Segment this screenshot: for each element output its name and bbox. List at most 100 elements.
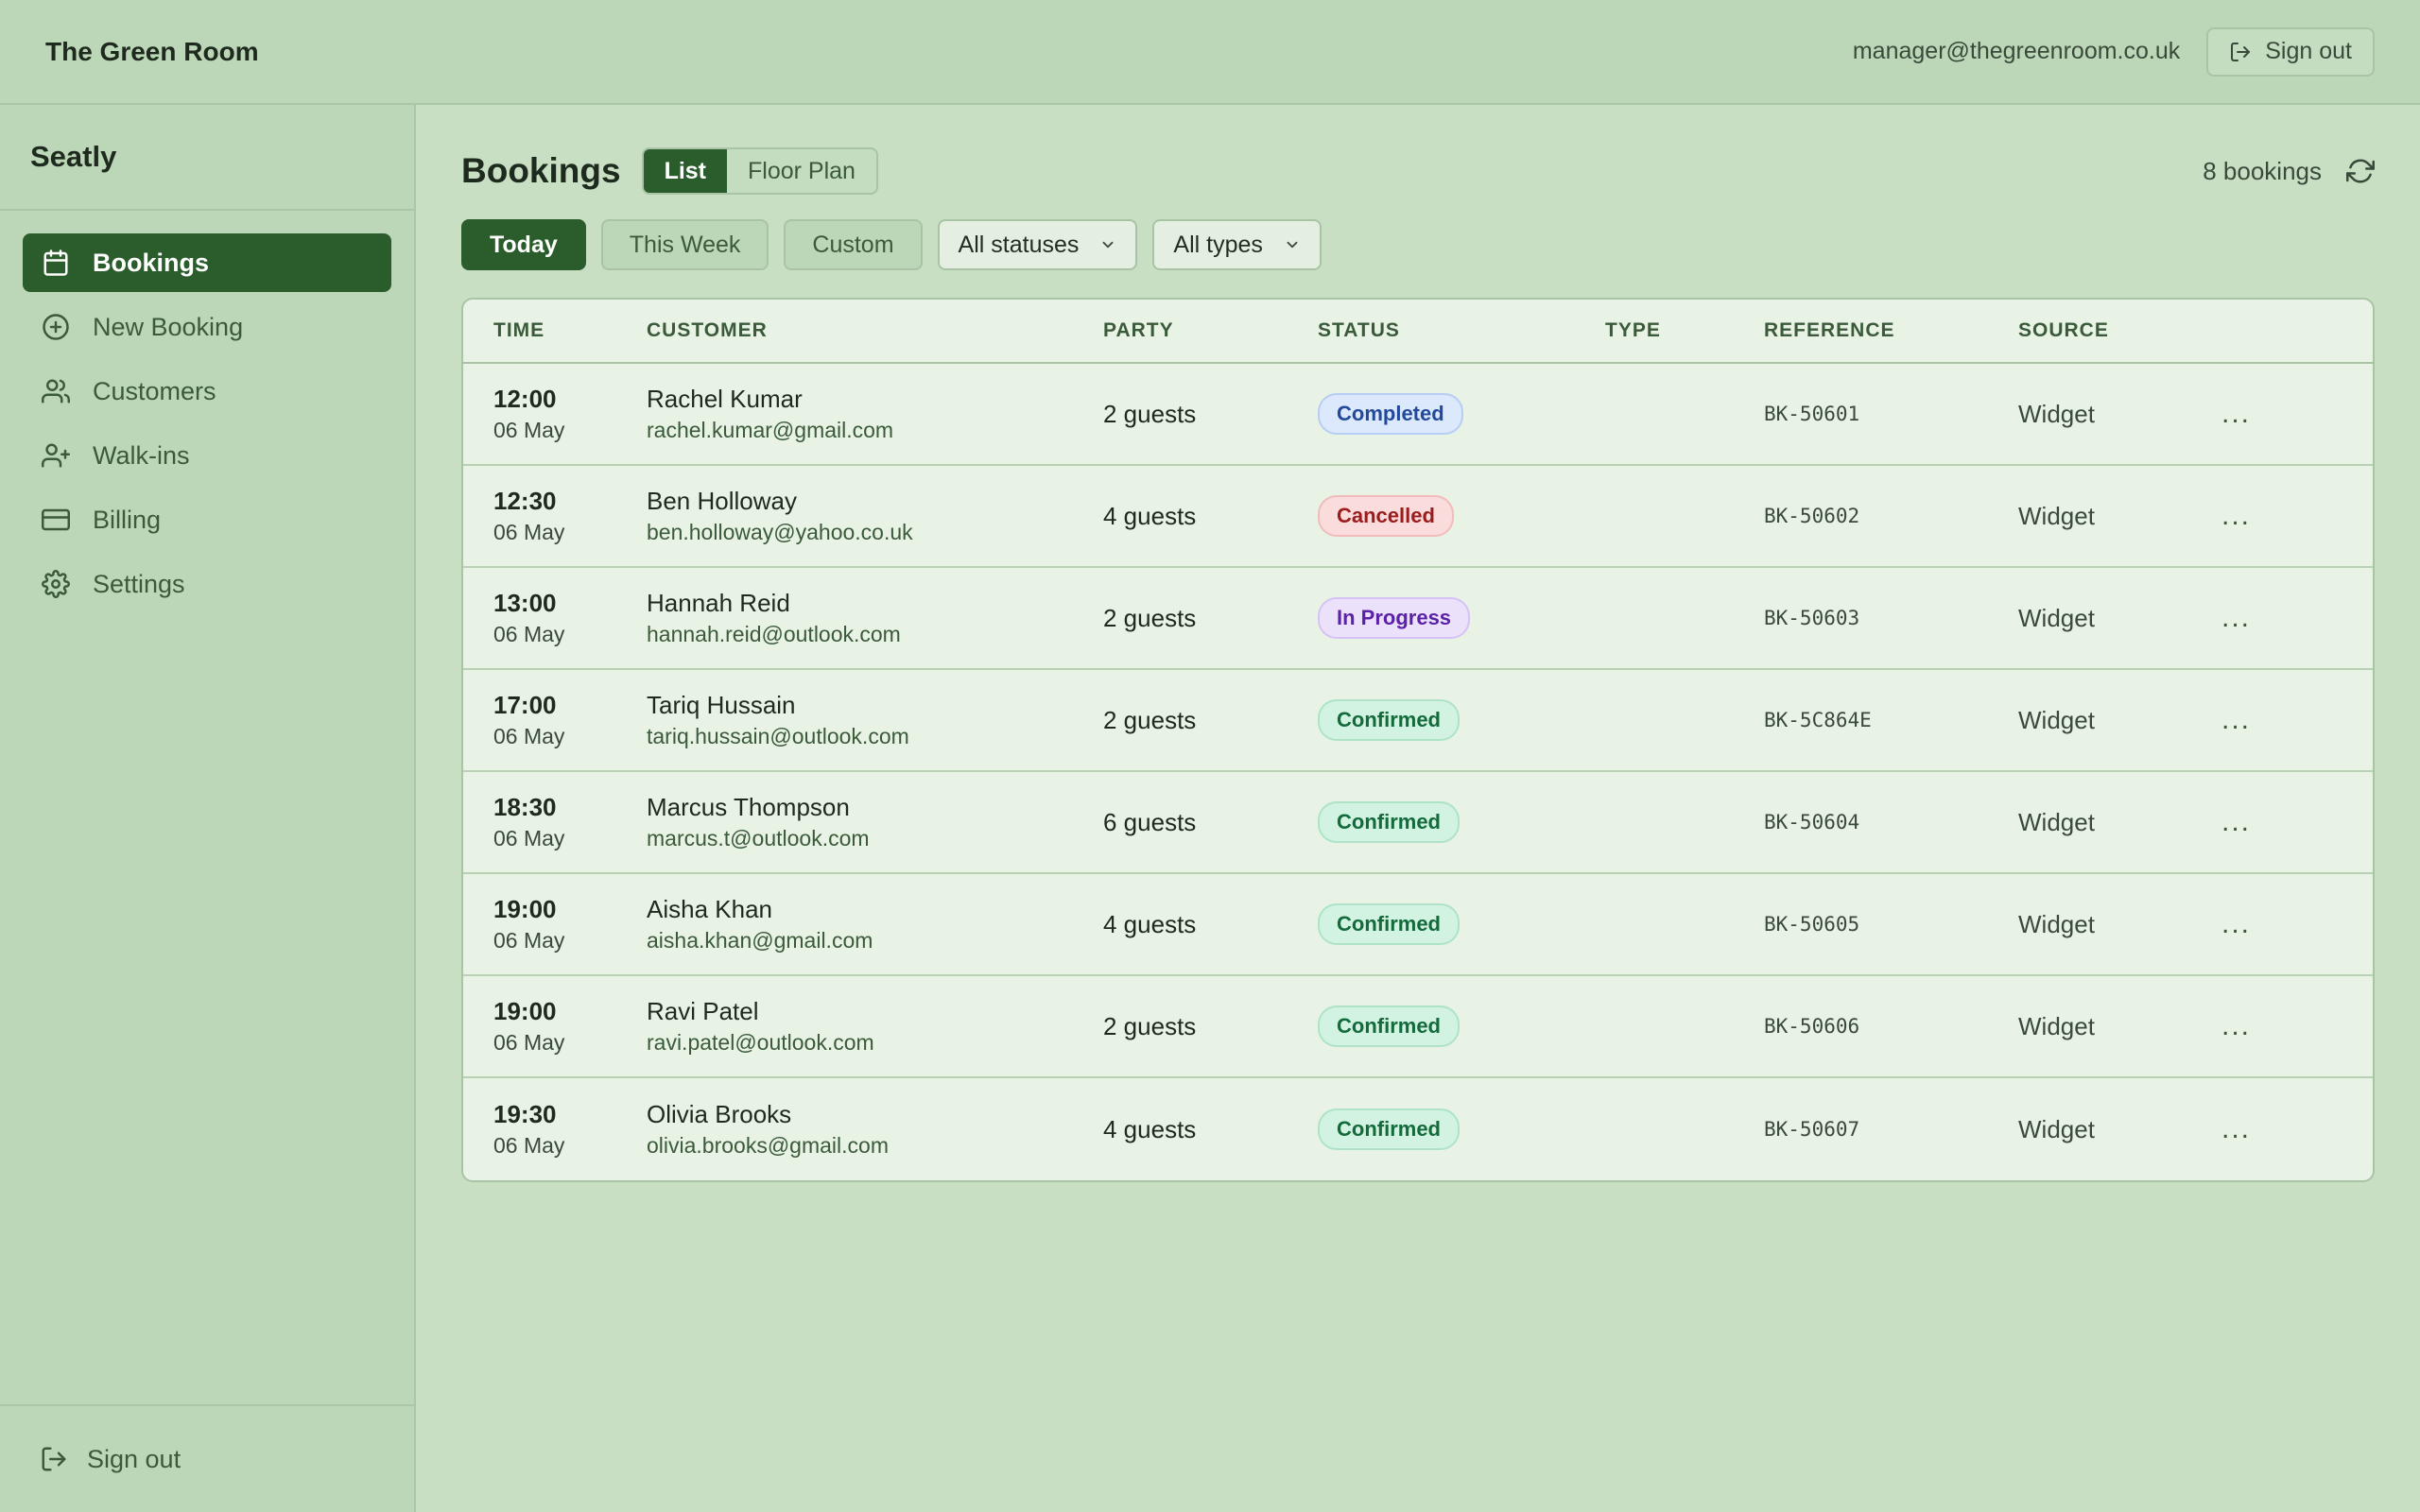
customer-name: Rachel Kumar: [647, 385, 803, 413]
booking-time-value: 19:00: [493, 997, 557, 1025]
booking-customer: Rachel Kumar rachel.kumar@gmail.com: [647, 385, 1103, 443]
status-badge: Confirmed: [1318, 903, 1460, 945]
booking-status: Confirmed: [1318, 1005, 1605, 1047]
column-header-status: STATUS: [1318, 319, 1400, 341]
booking-time: 12:00 06 May: [463, 385, 647, 443]
booking-reference: BK-50603: [1764, 607, 1860, 629]
status-badge: Confirmed: [1318, 1108, 1460, 1150]
booking-time-value: 17:00: [493, 691, 557, 719]
booking-reference: BK-50606: [1764, 1015, 1860, 1038]
status-badge: Confirmed: [1318, 1005, 1460, 1047]
top-right: manager@thegreenroom.co.uk Sign out: [1853, 26, 2375, 77]
sidebar-item-walk-ins[interactable]: Walk-ins: [23, 426, 391, 485]
sidebar-item-billing[interactable]: Billing: [23, 490, 391, 549]
customer-email: hannah.reid@outlook.com: [647, 622, 901, 646]
type-select-value: All types: [1173, 231, 1263, 258]
sign-out-icon: [40, 1445, 68, 1473]
row-actions-icon[interactable]: ...: [2221, 908, 2316, 940]
type-select[interactable]: All types: [1152, 219, 1322, 270]
sidebar-item-new-booking[interactable]: New Booking: [23, 298, 391, 356]
booking-time-value: 19:30: [493, 1100, 557, 1128]
table-row[interactable]: 17:00 06 May Tariq Hussain tariq.hussain…: [463, 670, 2373, 772]
row-actions-icon[interactable]: ...: [2221, 602, 2316, 634]
booking-status: Confirmed: [1318, 699, 1605, 741]
view-floor-plan-button[interactable]: Floor Plan: [727, 149, 876, 193]
booking-source: Widget: [2018, 807, 2095, 836]
sidebar-sign-out-label: Sign out: [87, 1444, 182, 1473]
column-header-time: TIME: [493, 319, 545, 341]
booking-status: Confirmed: [1318, 801, 1605, 843]
sign-out-icon: [2229, 41, 2252, 63]
table-row[interactable]: 19:30 06 May Olivia Brooks olivia.brooks…: [463, 1078, 2373, 1180]
table-row[interactable]: 12:30 06 May Ben Holloway ben.holloway@y…: [463, 466, 2373, 568]
sidebar-item-label: Bookings: [93, 248, 210, 277]
column-header-source: SOURCE: [2018, 319, 2109, 341]
booking-time-value: 12:00: [493, 385, 557, 413]
booking-customer: Hannah Reid hannah.reid@outlook.com: [647, 589, 1103, 647]
booking-time-value: 12:30: [493, 487, 557, 515]
filter-this-week-button[interactable]: This Week: [600, 219, 769, 270]
sidebar-item-label: Customers: [93, 376, 216, 405]
booking-time-value: 13:00: [493, 589, 557, 617]
customer-name: Tariq Hussain: [647, 691, 796, 719]
table-row[interactable]: 19:00 06 May Ravi Patel ravi.patel@outlo…: [463, 976, 2373, 1078]
calendar-icon: [40, 247, 72, 279]
table-row[interactable]: 13:00 06 May Hannah Reid hannah.reid@out…: [463, 568, 2373, 670]
table-header: TIME CUSTOMER PARTY STATUS TYPE REFERENC…: [463, 300, 2373, 364]
booking-date: 06 May: [493, 928, 565, 953]
booking-time-value: 18:30: [493, 793, 557, 821]
booking-reference: BK-50607: [1764, 1118, 1860, 1141]
customer-email: ben.holloway@yahoo.co.uk: [647, 520, 913, 544]
booking-date: 06 May: [493, 826, 565, 850]
sidebar-item-customers[interactable]: Customers: [23, 362, 391, 421]
page-title: Bookings: [461, 151, 621, 190]
filter-custom-button[interactable]: Custom: [784, 219, 923, 270]
booking-status: Confirmed: [1318, 1108, 1605, 1150]
status-select-value: All statuses: [958, 231, 1080, 258]
booking-customer: Marcus Thompson marcus.t@outlook.com: [647, 793, 1103, 851]
row-actions-icon[interactable]: ...: [2221, 1010, 2316, 1042]
booking-reference: BK-50601: [1764, 403, 1860, 425]
booking-party: 2 guests: [1103, 705, 1197, 734]
booking-time: 13:00 06 May: [463, 589, 647, 647]
row-actions-icon[interactable]: ...: [2221, 704, 2316, 736]
booking-time: 12:30 06 May: [463, 487, 647, 545]
sign-out-button[interactable]: Sign out: [2206, 26, 2375, 77]
plus-circle-icon: [40, 311, 72, 343]
row-actions-icon[interactable]: ...: [2221, 398, 2316, 430]
sidebar-nav: Bookings New Booking Customers Walk-ins …: [0, 211, 414, 613]
refresh-icon[interactable]: [2346, 157, 2375, 185]
row-actions-icon[interactable]: ...: [2221, 806, 2316, 838]
booking-source: Widget: [2018, 1011, 2095, 1040]
status-badge: Confirmed: [1318, 699, 1460, 741]
booking-party: 2 guests: [1103, 603, 1197, 632]
booking-party: 4 guests: [1103, 501, 1197, 530]
row-actions-icon[interactable]: ...: [2221, 500, 2316, 532]
customer-email: tariq.hussain@outlook.com: [647, 724, 909, 748]
sidebar-item-settings[interactable]: Settings: [23, 555, 391, 613]
customer-email: ravi.patel@outlook.com: [647, 1030, 874, 1055]
table-row[interactable]: 19:00 06 May Aisha Khan aisha.khan@gmail…: [463, 874, 2373, 976]
status-select[interactable]: All statuses: [937, 219, 1138, 270]
booking-date: 06 May: [493, 724, 565, 748]
booking-customer: Aisha Khan aisha.khan@gmail.com: [647, 895, 1103, 954]
booking-reference: BK-50605: [1764, 913, 1860, 936]
booking-party: 2 guests: [1103, 399, 1197, 428]
table-row[interactable]: 18:30 06 May Marcus Thompson marcus.t@ou…: [463, 772, 2373, 874]
filter-today-button[interactable]: Today: [461, 219, 586, 270]
sidebar-item-bookings[interactable]: Bookings: [23, 233, 391, 292]
status-badge: Completed: [1318, 393, 1463, 435]
header-left: Bookings List Floor Plan: [461, 147, 878, 195]
sidebar-sign-out[interactable]: Sign out: [0, 1404, 414, 1512]
row-actions-icon[interactable]: ...: [2221, 1113, 2316, 1145]
booking-party: 4 guests: [1103, 909, 1197, 938]
table-row[interactable]: 12:00 06 May Rachel Kumar rachel.kumar@g…: [463, 364, 2373, 466]
sidebar-item-label: Billing: [93, 505, 162, 534]
user-plus-icon: [40, 439, 72, 472]
customer-name: Marcus Thompson: [647, 793, 850, 821]
users-icon: [40, 375, 72, 407]
customer-email: rachel.kumar@gmail.com: [647, 418, 894, 442]
view-list-button[interactable]: List: [643, 149, 728, 193]
booking-time-value: 19:00: [493, 895, 557, 923]
customer-name: Ben Holloway: [647, 487, 797, 515]
